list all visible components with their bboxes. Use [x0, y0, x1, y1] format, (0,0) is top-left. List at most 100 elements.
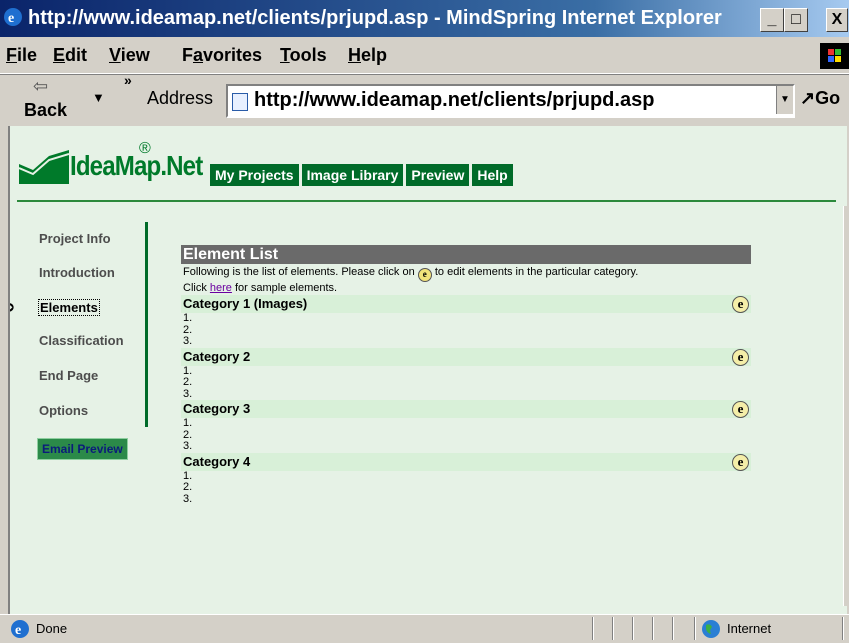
- desc-text-1: Following is the list of elements. Pleas…: [183, 266, 415, 278]
- svg-text:e: e: [8, 11, 14, 26]
- category-header: Category 4 e: [181, 452, 751, 471]
- ie-icon: e: [4, 8, 22, 26]
- svg-text:e: e: [15, 623, 21, 638]
- left-nav-project-info[interactable]: Project Info: [39, 231, 111, 246]
- list-item: 2.: [183, 323, 193, 336]
- back-arrow-icon: ⇦: [33, 76, 49, 96]
- left-nav-divider: [145, 222, 148, 427]
- go-button[interactable]: ↗Go: [800, 88, 840, 109]
- nav-my-projects[interactable]: My Projects: [210, 164, 299, 186]
- header-divider: [17, 200, 836, 202]
- list-item: 1.: [183, 312, 193, 324]
- back-label: Back: [24, 100, 68, 120]
- logo-mark-icon: [19, 150, 69, 184]
- desc-text-2: to edit elements in the particular categ…: [434, 266, 639, 278]
- status-text: Done: [36, 621, 68, 636]
- sample-elements-link[interactable]: here: [210, 282, 232, 294]
- category-title: Category 2: [183, 348, 251, 364]
- status-divider: [612, 617, 614, 640]
- category-header: Category 2 e: [181, 347, 751, 366]
- window-title: http://www.ideamap.net/clients/prjupd.as…: [28, 7, 722, 29]
- edit-category-icon[interactable]: e: [732, 401, 749, 418]
- status-divider: [632, 617, 634, 640]
- category-header: Category 1 (Images) e: [181, 295, 751, 313]
- scrollbar[interactable]: [843, 206, 849, 606]
- category-block: Category 2 e 1. 2. 3.: [181, 347, 751, 400]
- address-dropdown-icon[interactable]: ▼: [776, 86, 793, 114]
- nav-preview[interactable]: Preview: [406, 164, 470, 186]
- left-nav-elements[interactable]: Elements: [38, 299, 100, 316]
- maximize-button[interactable]: □: [784, 8, 808, 32]
- status-divider: [842, 617, 844, 640]
- menu-view[interactable]: View: [109, 45, 150, 66]
- list-item: 2.: [183, 428, 193, 441]
- list-item: 2.: [183, 481, 193, 493]
- list-item: 1.: [183, 364, 193, 377]
- toolbar-chevron[interactable]: »: [124, 72, 132, 88]
- nav-image-library[interactable]: Image Library: [301, 164, 404, 186]
- logo-registered: ®: [139, 140, 151, 157]
- desc-text-3: for sample elements.: [235, 282, 338, 294]
- list-item: 2.: [183, 376, 193, 388]
- ie-page-icon: e: [11, 620, 29, 638]
- back-dropdown-icon[interactable]: ▼: [92, 90, 105, 105]
- left-nav-introduction[interactable]: Introduction: [39, 265, 115, 280]
- close-button[interactable]: X: [826, 8, 848, 32]
- nav-help[interactable]: Help: [472, 164, 513, 186]
- list-item: 3.: [183, 387, 193, 400]
- go-label: Go: [815, 88, 841, 108]
- menu-edit[interactable]: Edit: [53, 45, 87, 66]
- go-arrow-icon: ↗: [800, 88, 816, 108]
- zone-label: Internet: [727, 621, 772, 636]
- category-title: Category 4: [183, 453, 251, 469]
- edit-category-icon[interactable]: e: [732, 453, 749, 471]
- edit-category-icon[interactable]: e: [732, 296, 749, 313]
- current-page-arrow-icon: ➲: [10, 299, 15, 315]
- menu-tools[interactable]: Tools: [280, 45, 327, 66]
- status-divider: [672, 617, 674, 640]
- list-item: 1.: [183, 469, 193, 482]
- status-divider: [592, 617, 594, 640]
- category-header: Category 3 e: [181, 400, 751, 418]
- window-title-bar[interactable]: e http://www.ideamap.net/clients/prjupd.…: [0, 0, 849, 37]
- edit-icon: e: [417, 268, 432, 282]
- top-nav: My Projects Image Library Preview Help: [210, 164, 513, 186]
- page-icon: [232, 93, 248, 111]
- list-item: 3.: [183, 440, 193, 452]
- category-title: Category 1 (Images): [183, 296, 308, 311]
- toolbar: ⇦ Back ▼ » Address http://www.ideamap.ne…: [0, 72, 849, 126]
- list-item: 1.: [183, 417, 193, 429]
- status-divider: [652, 617, 654, 640]
- address-input[interactable]: http://www.ideamap.net/clients/prjupd.as…: [226, 84, 795, 118]
- address-label: Address: [147, 88, 214, 108]
- left-nav-options[interactable]: Options: [39, 403, 88, 418]
- menu-bar: File Edit View Favorites Tools Help: [0, 37, 849, 74]
- logo-text: IdeaMap.Net: [70, 150, 203, 181]
- category-title: Category 3: [183, 401, 251, 416]
- element-list: Element List Following is the list of el…: [181, 245, 751, 505]
- menu-favorites[interactable]: Favorites: [182, 45, 262, 66]
- category-block: Category 1 (Images) e 1. 2. 3.: [181, 295, 751, 348]
- internet-zone-icon: [702, 620, 720, 638]
- element-list-description: Following is the list of elements. Pleas…: [181, 266, 751, 295]
- minimize-button[interactable]: _: [760, 8, 784, 32]
- list-item: 3.: [183, 492, 193, 505]
- element-list-title: Element List: [181, 245, 751, 264]
- status-divider: [694, 617, 696, 640]
- left-nav-classification[interactable]: Classification: [39, 333, 124, 348]
- email-preview-button[interactable]: Email Preview: [37, 438, 128, 460]
- category-block: Category 3 e 1. 2. 3.: [181, 400, 751, 453]
- left-nav-end-page[interactable]: End Page: [39, 368, 98, 383]
- status-bar: e Done Internet: [0, 614, 849, 643]
- windows-logo-icon: [820, 43, 849, 69]
- edit-category-icon[interactable]: e: [732, 348, 749, 366]
- menu-file[interactable]: File: [6, 45, 37, 66]
- list-item: 3.: [183, 335, 193, 347]
- address-value: http://www.ideamap.net/clients/prjupd.as…: [254, 89, 655, 111]
- menu-help[interactable]: Help: [348, 45, 387, 66]
- category-block: Category 4 e 1. 2. 3.: [181, 452, 751, 505]
- desc-click: Click: [183, 282, 207, 294]
- back-button[interactable]: ⇦ Back ▼: [18, 76, 128, 124]
- ideamap-logo[interactable]: IdeaMap.Net ®: [19, 140, 209, 186]
- page-content: IdeaMap.Net ® My Projects Image Library …: [8, 126, 847, 614]
